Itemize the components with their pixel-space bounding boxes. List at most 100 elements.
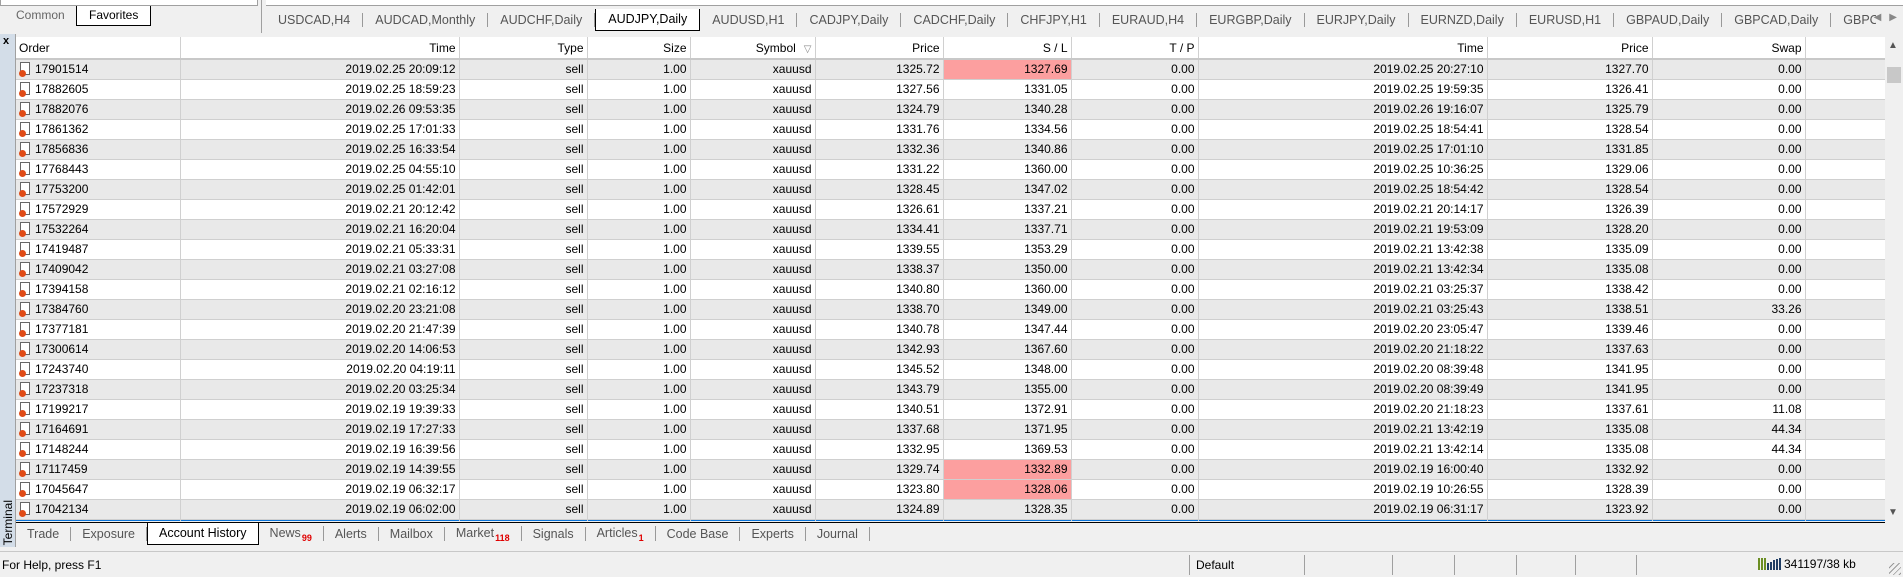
col-price[interactable]: Price xyxy=(815,37,944,60)
terminal-tab-code-base[interactable]: Code Base xyxy=(656,526,741,541)
table-row[interactable]: 17148244 2019.02.19 16:39:56 sell 1.00 xauus… xyxy=(16,439,1885,460)
table-row[interactable]: 17300614 2019.02.20 14:06:53 sell 1.00 xauus… xyxy=(16,339,1885,360)
terminal-tab-trade[interactable]: Trade xyxy=(16,526,72,541)
table-row[interactable]: 17861362 2019.02.25 17:01:33 sell 1.00 xauus… xyxy=(16,119,1885,140)
cell-type: sell xyxy=(459,279,588,300)
chart-tab[interactable]: AUDUSD,H1 xyxy=(700,13,798,27)
cell-price: 1332.36 xyxy=(815,139,944,160)
vertical-scrollbar[interactable]: ▲ ▼ xyxy=(1885,37,1903,521)
cell-symbol: xauusd xyxy=(690,379,816,400)
chart-tab[interactable]: EURGBP,Daily xyxy=(1197,13,1305,27)
cell-type: sell xyxy=(459,259,588,280)
chart-tab[interactable]: USDCAD,H4 xyxy=(266,13,364,27)
cell-tp: 0.00 xyxy=(1071,219,1199,240)
table-row[interactable]: 17384760 2019.02.20 23:21:08 sell 1.00 xauus… xyxy=(16,299,1885,320)
cell-size: 1.00 xyxy=(587,179,691,200)
cell-open-time: 2019.02.20 14:06:53 xyxy=(180,339,460,360)
chart-tab[interactable]: AUDJPY,Daily xyxy=(595,9,701,31)
table-row[interactable]: 17882605 2019.02.25 18:59:23 sell 1.00 xauus… xyxy=(16,79,1885,100)
table-row[interactable]: 17237318 2019.02.20 03:25:34 sell 1.00 xauus… xyxy=(16,379,1885,400)
chart-tab[interactable]: AUDCHF,Daily xyxy=(488,13,596,27)
table-row[interactable]: 17419487 2019.02.21 05:33:31 sell 1.00 xauus… xyxy=(16,239,1885,260)
cell-sl: 1347.02 xyxy=(943,179,1072,200)
connection-status[interactable]: 341197/38 kb xyxy=(1758,557,1856,571)
order-number: 17377181 xyxy=(35,322,89,336)
col-close-price[interactable]: Price xyxy=(1487,37,1653,60)
scroll-down-icon[interactable]: ▼ xyxy=(1888,507,1898,518)
terminal-tab-articles[interactable]: Articles1 xyxy=(586,526,656,543)
col-sl[interactable]: S / L xyxy=(943,37,1072,60)
cell-profit: -644.57 xyxy=(1805,479,1885,500)
col-swap[interactable]: Swap xyxy=(1652,37,1806,60)
chart-tab[interactable]: EURUSD,H1 xyxy=(1517,13,1615,27)
terminal-tab-experts[interactable]: Experts xyxy=(740,526,806,541)
table-row[interactable]: 17045647 2019.02.19 06:32:17 sell 1.00 xauus… xyxy=(16,479,1885,500)
scroll-thumb[interactable] xyxy=(1887,67,1901,83)
table-row[interactable]: 17409042 2019.02.21 03:27:08 sell 1.00 xauus… xyxy=(16,259,1885,280)
cell-close-time: 2019.02.21 13:42:19 xyxy=(1198,419,1488,440)
chart-tab[interactable]: EURNZD,Daily xyxy=(1409,13,1517,27)
scroll-left-icon[interactable]: ◀ xyxy=(1874,12,1882,23)
cell-close-time: 2019.02.25 18:54:42 xyxy=(1198,179,1488,200)
closed-order-icon xyxy=(19,182,31,197)
navigator-tab-favorites[interactable]: Favorites xyxy=(76,6,152,26)
col-type[interactable]: Type xyxy=(459,37,588,60)
chart-tab[interactable]: CADJPY,Daily xyxy=(797,13,902,27)
terminal-tab-mailbox[interactable]: Mailbox xyxy=(379,526,445,541)
order-number: 17753200 xyxy=(35,182,89,196)
col-size[interactable]: Size xyxy=(587,37,691,60)
table-row[interactable]: 17164691 2019.02.19 17:27:33 sell 1.00 xauus… xyxy=(16,419,1885,440)
chart-tab[interactable]: GBPAUD,Daily xyxy=(1614,13,1723,27)
terminal-tab-news[interactable]: News99 xyxy=(259,526,324,543)
table-row[interactable]: 17753200 2019.02.25 01:42:01 sell 1.00 xauus… xyxy=(16,179,1885,200)
terminal-tab-exposure[interactable]: Exposure xyxy=(71,526,148,541)
terminal-tab-journal[interactable]: Journal xyxy=(806,526,870,541)
chart-tab[interactable]: CHFJPY,H1 xyxy=(1008,13,1100,27)
chart-tab[interactable]: EURJPY,Daily xyxy=(1305,13,1409,27)
terminal-tab-signals[interactable]: Signals xyxy=(522,526,586,541)
table-row[interactable]: 17243740 2019.02.20 04:19:11 sell 1.00 xauus… xyxy=(16,359,1885,380)
table-row[interactable]: 17572929 2019.02.21 20:12:42 sell 1.00 xauus… xyxy=(16,199,1885,220)
cell-profit: 301.73 xyxy=(1805,159,1885,180)
table-row-selected[interactable] xyxy=(16,519,1885,521)
col-open-time[interactable]: Time xyxy=(180,37,460,60)
cell-swap: 0.00 xyxy=(1652,159,1806,180)
scroll-right-icon[interactable]: ▶ xyxy=(1889,12,1897,23)
table-row[interactable]: 17768443 2019.02.25 04:55:10 sell 1.00 xauus… xyxy=(16,159,1885,180)
col-close-time[interactable]: Time xyxy=(1198,37,1488,60)
cell-price: 1340.78 xyxy=(815,319,944,340)
chart-tab[interactable]: GBPCAD,Daily xyxy=(1722,13,1832,27)
table-row[interactable]: 17882076 2019.02.26 09:53:35 sell 1.00 xauus… xyxy=(16,99,1885,120)
resize-grip-icon[interactable] xyxy=(1889,563,1901,575)
close-icon[interactable]: x xyxy=(3,35,9,47)
chart-tab[interactable]: GBPCHF,H1 xyxy=(1831,13,1876,27)
terminal-tab-alerts[interactable]: Alerts xyxy=(324,526,379,541)
order-number: 17901514 xyxy=(35,62,89,77)
table-row[interactable]: 17394158 2019.02.21 02:16:12 sell 1.00 xauus… xyxy=(16,279,1885,300)
cell-sl: 1360.00 xyxy=(943,279,1072,300)
chart-tab[interactable]: CADCHF,Daily xyxy=(901,13,1009,27)
col-order[interactable]: Order xyxy=(16,37,181,60)
col-profit[interactable]: Profit xyxy=(1805,37,1885,60)
col-tp[interactable]: T / P xyxy=(1071,37,1199,60)
cell-order: 17377181 xyxy=(16,319,181,340)
terminal-tab-account-history[interactable]: Account History xyxy=(147,522,259,545)
chart-tab[interactable]: AUDCAD,Monthly xyxy=(363,13,489,27)
table-row[interactable]: 17856836 2019.02.25 16:33:54 sell 1.00 xauus… xyxy=(16,139,1885,160)
cell-swap: 0.00 xyxy=(1652,139,1806,160)
terminal-tab-market[interactable]: Market118 xyxy=(445,526,522,543)
col-symbol[interactable]: Symbol ▽ xyxy=(690,37,816,60)
cell-close-price: 1341.95 xyxy=(1487,359,1653,380)
navigator-tab-common[interactable]: Common xyxy=(4,6,77,26)
table-row[interactable]: 17901514 2019.02.25 20:09:12 sell 1.00 xauus… xyxy=(16,59,1885,80)
table-row[interactable]: 17042134 2019.02.19 06:02:00 sell 1.00 xauus… xyxy=(16,499,1885,520)
cell-symbol: xauusd xyxy=(690,139,816,160)
cell-tp: 0.00 xyxy=(1071,379,1199,400)
scroll-up-icon[interactable]: ▲ xyxy=(1888,40,1898,51)
table-row[interactable]: 17532264 2019.02.21 16:20:04 sell 1.00 xauus… xyxy=(16,219,1885,240)
chart-tab[interactable]: EURAUD,H4 xyxy=(1100,13,1198,27)
table-row[interactable]: 17117459 2019.02.19 14:39:55 sell 1.00 xauus… xyxy=(16,459,1885,480)
table-row[interactable]: 17199217 2019.02.19 19:39:33 sell 1.00 xauus… xyxy=(16,399,1885,420)
table-row[interactable]: 17377181 2019.02.20 21:47:39 sell 1.00 xauus… xyxy=(16,319,1885,340)
order-number: 17384760 xyxy=(35,302,89,316)
